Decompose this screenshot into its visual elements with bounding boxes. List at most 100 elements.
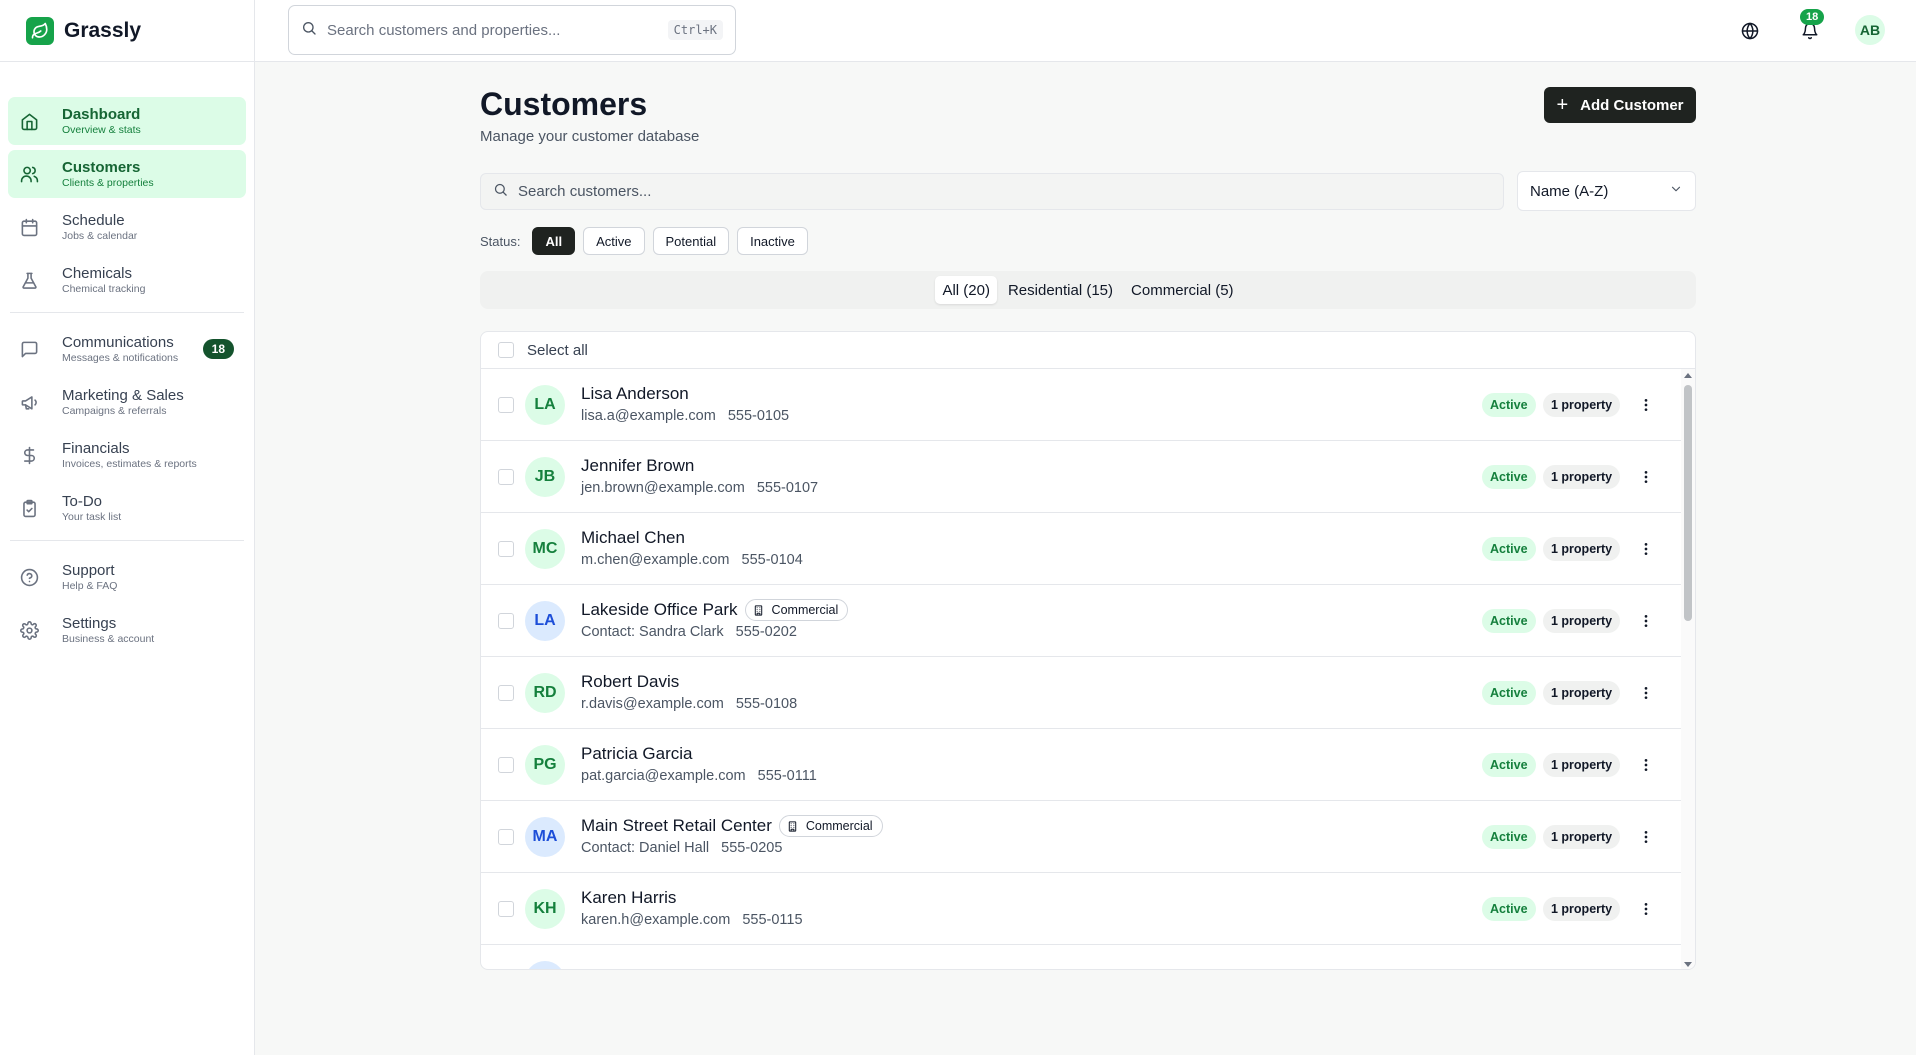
customer-email: Contact: Daniel Hall bbox=[581, 840, 710, 856]
help-icon bbox=[18, 566, 40, 588]
search-shortcut-hint: Ctrl+K bbox=[667, 20, 723, 40]
customer-email: Contact: Sandra Clark bbox=[581, 624, 724, 640]
more-actions-icon[interactable] bbox=[1636, 611, 1656, 631]
sidebar-item-sub: Invoices, estimates & reports bbox=[62, 457, 197, 470]
sidebar-item-marketing[interactable]: Marketing & Sales Campaigns & referrals bbox=[8, 378, 246, 426]
customer-info: Jennifer Brown jen.brown@example.com 555-… bbox=[581, 455, 818, 498]
table-row[interactable]: MA Main Street Retail Center Commercial … bbox=[481, 801, 1681, 873]
status-filter-active[interactable]: Active bbox=[583, 227, 645, 255]
scroll-down-arrow-icon[interactable] bbox=[1684, 962, 1692, 967]
customer-name[interactable]: Main Street Retail Center bbox=[581, 815, 772, 837]
customer-info: Springfield Community Church Commercial bbox=[581, 970, 922, 971]
customer-name[interactable]: Robert Davis bbox=[581, 671, 679, 693]
row-checkbox[interactable] bbox=[498, 756, 514, 773]
customer-info: Lisa Anderson lisa.a@example.com 555-0105 bbox=[581, 383, 789, 426]
table-row[interactable]: PG Patricia Garcia pat.garcia@example.co… bbox=[481, 729, 1681, 801]
more-actions-icon[interactable] bbox=[1636, 467, 1656, 487]
row-checkbox[interactable] bbox=[498, 540, 514, 557]
row-checkbox[interactable] bbox=[498, 396, 514, 413]
sidebar-item-schedule[interactable]: Schedule Jobs & calendar bbox=[8, 203, 246, 251]
table-row[interactable]: MC Michael Chen m.chen@example.com 555-01… bbox=[481, 513, 1681, 585]
customer-name[interactable]: Karen Harris bbox=[581, 887, 676, 909]
table-row[interactable]: KH Karen Harris karen.h@example.com 555-0… bbox=[481, 873, 1681, 945]
more-actions-icon[interactable] bbox=[1636, 899, 1656, 919]
select-all-checkbox[interactable] bbox=[498, 342, 514, 358]
customer-meta: karen.h@example.com 555-0115 bbox=[581, 910, 803, 930]
message-icon bbox=[18, 338, 40, 360]
customer-info: Robert Davis r.davis@example.com 555-0108 bbox=[581, 671, 797, 714]
avatar: LA bbox=[525, 600, 565, 641]
more-actions-icon[interactable] bbox=[1636, 755, 1656, 775]
name-line: Robert Davis bbox=[581, 671, 797, 693]
list-scrollbar[interactable] bbox=[1681, 369, 1695, 969]
sidebar-item-support[interactable]: Support Help & FAQ bbox=[8, 553, 246, 601]
customer-name[interactable]: Lisa Anderson bbox=[581, 383, 689, 405]
customer-name[interactable]: Springfield Community Church bbox=[581, 970, 812, 971]
sidebar-item-dashboard[interactable]: Dashboard Overview & stats bbox=[8, 97, 246, 145]
table-row[interactable]: SC Springfield Community Church Commerci… bbox=[481, 945, 1681, 971]
sidebar-item-todo[interactable]: To-Do Your task list bbox=[8, 484, 246, 532]
sidebar-item-settings[interactable]: Settings Business & account bbox=[8, 606, 246, 654]
table-row[interactable]: LA Lakeside Office Park Commercial Conta… bbox=[481, 585, 1681, 657]
communications-badge: 18 bbox=[202, 339, 234, 359]
sidebar-item-customers[interactable]: Customers Clients & properties bbox=[8, 150, 246, 198]
sort-select[interactable]: Name (A-Z) bbox=[1517, 171, 1696, 211]
scroll-up-arrow-icon[interactable] bbox=[1684, 373, 1692, 378]
add-customer-button[interactable]: + Add Customer bbox=[1544, 87, 1696, 123]
sidebar-item-label: Chemicals bbox=[62, 264, 133, 282]
table-row[interactable]: LA Lisa Anderson lisa.a@example.com 555-0… bbox=[481, 369, 1681, 441]
customer-phone: 555-0108 bbox=[735, 696, 798, 712]
user-avatar[interactable]: AB bbox=[1855, 15, 1885, 45]
customer-name[interactable]: Patricia Garcia bbox=[581, 743, 692, 765]
customer-name[interactable]: Jennifer Brown bbox=[581, 455, 694, 477]
customer-meta: lisa.a@example.com 555-0105 bbox=[581, 406, 789, 426]
row-checkbox[interactable] bbox=[498, 612, 514, 629]
customer-name[interactable]: Michael Chen bbox=[581, 527, 685, 549]
sidebar-item-label: To-Do bbox=[62, 492, 103, 510]
property-count-badge: 1 property bbox=[1543, 609, 1621, 633]
tab-all[interactable]: All (20) bbox=[935, 276, 997, 304]
table-row[interactable]: JB Jennifer Brown jen.brown@example.com 5… bbox=[481, 441, 1681, 513]
scrollbar-thumb[interactable] bbox=[1684, 385, 1692, 621]
row-checkbox[interactable] bbox=[498, 684, 514, 701]
more-actions-icon[interactable] bbox=[1636, 395, 1656, 415]
search-icon bbox=[301, 20, 317, 41]
avatar: PG bbox=[525, 744, 565, 785]
customer-email: lisa.a@example.com bbox=[581, 408, 716, 424]
global-search-input[interactable]: Search customers and properties... Ctrl+… bbox=[288, 5, 736, 55]
row-checkbox[interactable] bbox=[498, 900, 514, 917]
calendar-icon bbox=[18, 216, 40, 238]
customer-email: karen.h@example.com bbox=[581, 912, 731, 928]
customer-meta: Contact: Daniel Hall 555-0205 bbox=[581, 838, 883, 858]
row-checkbox[interactable] bbox=[498, 828, 514, 845]
more-actions-icon[interactable] bbox=[1636, 539, 1656, 559]
table-row[interactable]: RD Robert Davis r.davis@example.com 555-0… bbox=[481, 657, 1681, 729]
chevron-down-icon bbox=[1669, 182, 1683, 200]
more-actions-icon[interactable] bbox=[1636, 683, 1656, 703]
row-checkbox[interactable] bbox=[498, 468, 514, 485]
brand[interactable]: Grassly bbox=[0, 0, 254, 62]
sidebar-item-communications[interactable]: Communications Messages & notifications 1… bbox=[8, 325, 246, 373]
status-filter-potential[interactable]: Potential bbox=[652, 227, 730, 255]
customer-search-input[interactable]: Search customers... bbox=[480, 173, 1504, 210]
add-customer-label: Add Customer bbox=[1580, 96, 1684, 114]
property-count-badge: 1 property bbox=[1543, 537, 1621, 561]
sort-value: Name (A-Z) bbox=[1530, 182, 1609, 200]
property-count-badge: 1 property bbox=[1543, 681, 1621, 705]
sidebar-divider bbox=[10, 540, 244, 541]
sidebar-item-chemicals[interactable]: Chemicals Chemical tracking bbox=[8, 256, 246, 304]
customer-name[interactable]: Lakeside Office Park bbox=[581, 599, 738, 621]
globe-icon[interactable] bbox=[1738, 19, 1762, 43]
notification-count-badge: 18 bbox=[1800, 9, 1825, 25]
status-filter-inactive[interactable]: Inactive bbox=[737, 227, 808, 255]
customer-info: Patricia Garcia pat.garcia@example.com 55… bbox=[581, 743, 817, 786]
tab-residential[interactable]: Residential (15) bbox=[1001, 276, 1120, 304]
avatar: RD bbox=[525, 672, 565, 713]
more-actions-icon[interactable] bbox=[1636, 827, 1656, 847]
tab-commercial[interactable]: Commercial (5) bbox=[1124, 276, 1241, 304]
customer-info: Main Street Retail Center Commercial Con… bbox=[581, 815, 883, 858]
sidebar-item-financials[interactable]: Financials Invoices, estimates & reports bbox=[8, 431, 246, 479]
customer-type-tabs: All (20) Residential (15) Commercial (5) bbox=[480, 271, 1696, 309]
name-line: Patricia Garcia bbox=[581, 743, 817, 765]
status-filter-all[interactable]: All bbox=[532, 227, 576, 255]
